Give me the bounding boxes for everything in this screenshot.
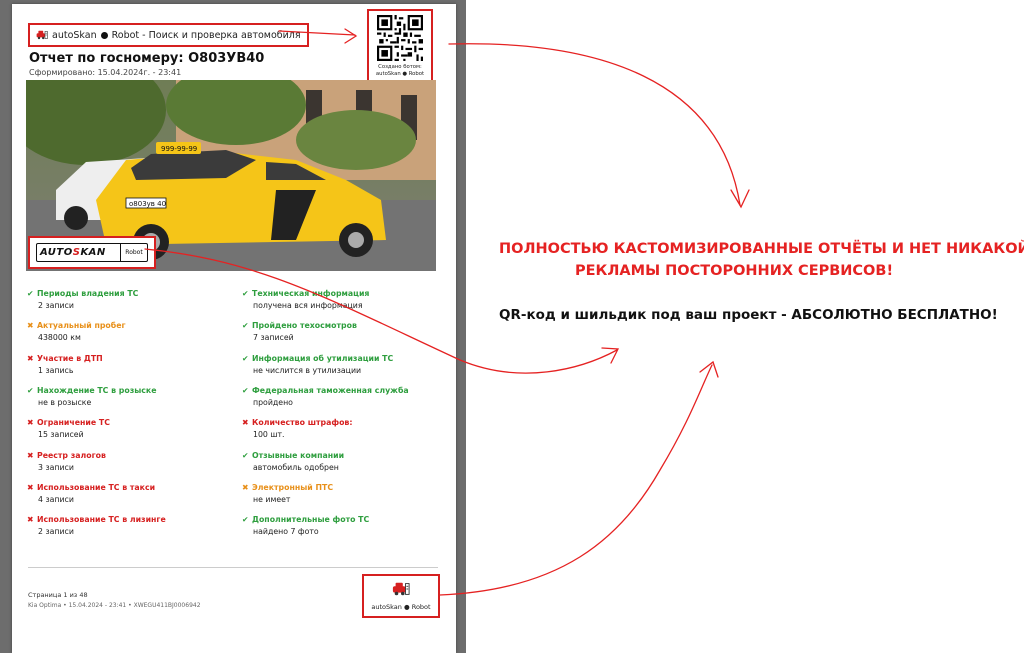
report-item-title: ✖ Участие в ДТП [27, 353, 103, 363]
cross-icon: ✖ [27, 515, 34, 525]
brand-plate-frame: AUTOSKAN Robot [36, 243, 148, 262]
check-icon: ✔ [242, 353, 249, 363]
cross-icon: ✖ [27, 353, 34, 363]
report-item-value: 4 записи [38, 494, 74, 504]
report-item-value: 2 записи [38, 301, 74, 310]
report-item: ✔ Федеральная таможенная служба пройдено [242, 386, 442, 407]
report-item: ✖ Количество штрафов: 100 шт. [242, 418, 442, 439]
report-item-title: ✖ Использование ТС в лизинге [27, 515, 166, 525]
cross-icon: ✖ [242, 418, 249, 428]
brand-tagline: Robot - Поиск и проверка автомобиля [111, 29, 301, 41]
report-item: ✔ Отзывные компании автомобиль одобрен [242, 451, 442, 472]
report-item-title: ✔ Отзывные компании [242, 450, 345, 460]
taxi-roof-phone: 999-99-99 [161, 145, 197, 153]
check-icon: ✔ [27, 385, 34, 395]
plate-frame-robot: Robot [120, 244, 147, 261]
report-item: ✔ Дополнительные фото ТС найдено 7 фото [242, 515, 442, 536]
promo-headline-1: ПОЛНОСТЬЮ КАСТОМИЗИРОВАННЫЕ ОТЧЁТЫ И НЕТ… [499, 241, 1024, 257]
promo-headline-2: РЕКЛАМЫ ПОСТОРОННИХ СЕРВИСОВ! [575, 263, 894, 279]
plate-frame-brand: AUTOSKAN [40, 247, 106, 258]
report-item-title: ✖ Использование ТС в такси [27, 482, 156, 492]
check-icon: ✔ [242, 385, 249, 395]
report-item: ✔ Информация об утилизации ТС не числится … [242, 354, 442, 375]
plate-frame-box: AUTOSKAN Robot [28, 236, 156, 269]
report-item: ✖ Электронный ПТС не имеет [242, 483, 442, 504]
qr-code-box: Создано ботом: autoSkan ● Robot [367, 9, 433, 83]
car-logo-icon [36, 30, 48, 40]
report-item-title: ✖ Реестр залогов [27, 450, 106, 460]
car-plate-number: о803ув 40 [129, 200, 166, 208]
report-item: ✖ Участие в ДТП 1 запись [27, 354, 227, 375]
report-item-title: ✖ Ограничение ТС [27, 418, 110, 428]
report-item-value: получена вся информация [253, 301, 363, 310]
report-item-value: 3 записи [38, 462, 74, 472]
cross-icon: ✖ [242, 482, 249, 492]
report-item: ✔ Пройдено техосмотров 7 записей [242, 321, 442, 342]
report-item-title: ✔ Пройдено техосмотров [242, 321, 357, 331]
report-item-value: 100 шт. [253, 430, 285, 440]
cross-icon: ✖ [27, 418, 34, 428]
report-item-title: ✖ Актуальный пробег [27, 321, 126, 331]
arrow-head-icon [730, 189, 750, 209]
check-icon: ✔ [242, 289, 249, 298]
report-item-value: не числится в утилизации [253, 365, 362, 375]
check-icon: ✔ [242, 450, 249, 460]
report-item-value: автомобиль одобрен [253, 462, 339, 472]
report-item-title: ✔ Периоды владения ТС [27, 289, 139, 298]
report-item-value: 438000 км [38, 333, 81, 343]
arrow-head-icon [699, 360, 719, 378]
arrow-qr-to-promo [448, 43, 741, 206]
header-brand: autoSkan Robot - Поиск и проверка автомо… [28, 23, 309, 47]
footer-logo-text: autoSkan ● Robot [371, 603, 431, 611]
brand-name: autoSkan [52, 29, 97, 41]
check-icon: ✔ [242, 321, 249, 331]
arrow-head-icon [601, 347, 620, 364]
cross-icon: ✖ [27, 450, 34, 460]
report-item-value: 7 записей [253, 333, 294, 343]
report-item-value: 2 записи [38, 527, 74, 537]
arrow-footer-to-subline [439, 364, 713, 596]
report-item: ✔ Техническая информация получена вся инфо… [242, 289, 442, 310]
check-icon: ✔ [27, 289, 34, 298]
cross-icon: ✖ [27, 321, 34, 331]
report-item: ✔ Периоды владения ТС 2 записи [27, 289, 227, 310]
report-item: ✖ Использование ТС в такси 4 записи [27, 483, 227, 504]
report-item-title: ✔ Федеральная таможенная служба [242, 385, 409, 395]
car-logo-icon [392, 582, 410, 596]
cross-icon: ✖ [27, 482, 34, 492]
report-item-value: не имеет [253, 494, 291, 504]
report-item-title: ✖ Электронный ПТС [242, 482, 334, 492]
report-item-title: ✖ Количество штрафов: [242, 418, 353, 428]
brand-dot-icon [100, 31, 108, 39]
promo-subline: QR-код и шильдик под ваш проект - АБСОЛЮ… [499, 307, 998, 323]
report-generated-date: Сформировано: 15.04.2024г. - 23:41 [29, 68, 182, 77]
report-item-value: найдено 7 фото [253, 527, 319, 537]
qr-caption: Создано ботом: autoSkan ● Robot [375, 64, 425, 77]
report-item-title: ✔ Информация об утилизации ТС [242, 353, 394, 363]
report-item-value: не в розыске [38, 397, 92, 407]
report-items: ✔ Периоды владения ТС 2 записи ✖ Актуальный … [27, 289, 437, 549]
report-item-title: ✔ Дополнительные фото ТС [242, 515, 370, 525]
car-photo: 999-99-99 о803ув 40 AUTOSKAN Robot [26, 80, 436, 271]
report-item-value: пройдено [253, 397, 293, 407]
report-item-title: ✔ Техническая информация [242, 289, 370, 298]
footer-page-number: Страница 1 из 48 [28, 591, 88, 599]
report-item: ✔ Нахождение ТС в розыске не в розыске [27, 386, 227, 407]
report-item: ✖ Ограничение ТС 15 записей [27, 418, 227, 439]
footer-divider [28, 567, 438, 568]
footer-logo-box: autoSkan ● Robot [362, 574, 440, 618]
report-page: autoSkan Robot - Поиск и проверка автомо… [12, 4, 456, 653]
check-icon: ✔ [242, 515, 249, 525]
report-item-value: 15 записей [38, 430, 84, 440]
qr-code-icon [377, 15, 423, 61]
report-title: Отчет по госномеру: О803УВ40 [29, 51, 265, 66]
report-item-value: 1 запись [38, 365, 74, 375]
footer-meta: Kia Optima • 15.04.2024 - 23:41 • XWEGU4… [28, 602, 201, 609]
report-item: ✖ Актуальный пробег 438000 км [27, 321, 227, 342]
report-item: ✖ Использование ТС в лизинге 2 записи [27, 515, 227, 536]
report-item: ✖ Реестр залогов 3 записи [27, 451, 227, 472]
report-item-title: ✔ Нахождение ТС в розыске [27, 385, 157, 395]
